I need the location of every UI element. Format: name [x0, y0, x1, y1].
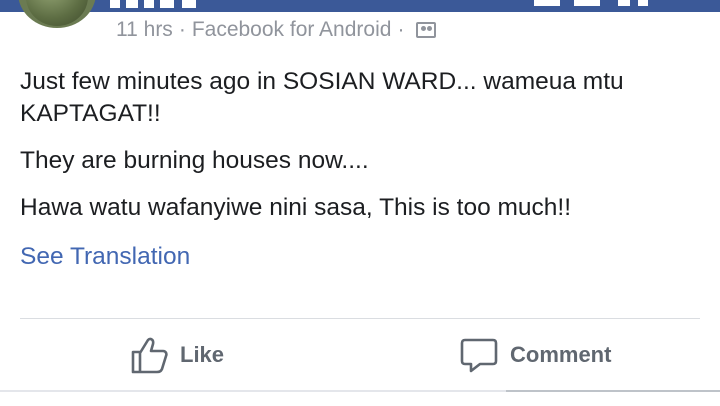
post-paragraph: They are burning houses now.... — [20, 147, 369, 174]
avatar[interactable] — [18, 0, 96, 28]
post-body: Just few minutes ago in SOSIAN WARD... w… — [20, 66, 710, 239]
like-label: Like — [180, 342, 225, 367]
divider — [20, 318, 700, 319]
thumbs-up-icon — [131, 337, 168, 374]
post-timestamp[interactable]: 11 hrs — [116, 18, 173, 42]
post-meta: 11 hrs · Facebook for Android · — [116, 18, 437, 42]
post-source: Facebook for Android — [191, 18, 392, 41]
status-bar — [0, 0, 720, 12]
see-translation-link[interactable]: See Translation — [20, 243, 190, 271]
comment-label: Comment — [510, 342, 612, 367]
comment-bubble-icon — [460, 338, 498, 373]
post-paragraph: Hawa watu wafanyiwe nini sasa, This is t… — [20, 194, 572, 221]
bottom-divider — [0, 390, 720, 392]
post-paragraph: Just few minutes ago in SOSIAN WARD... w… — [20, 68, 624, 127]
comment-button[interactable]: Comment — [460, 333, 611, 377]
meta-separator: · — [178, 18, 186, 41]
meta-separator: · — [397, 18, 405, 41]
friends-icon[interactable] — [416, 22, 437, 38]
like-button[interactable]: Like — [130, 333, 224, 377]
